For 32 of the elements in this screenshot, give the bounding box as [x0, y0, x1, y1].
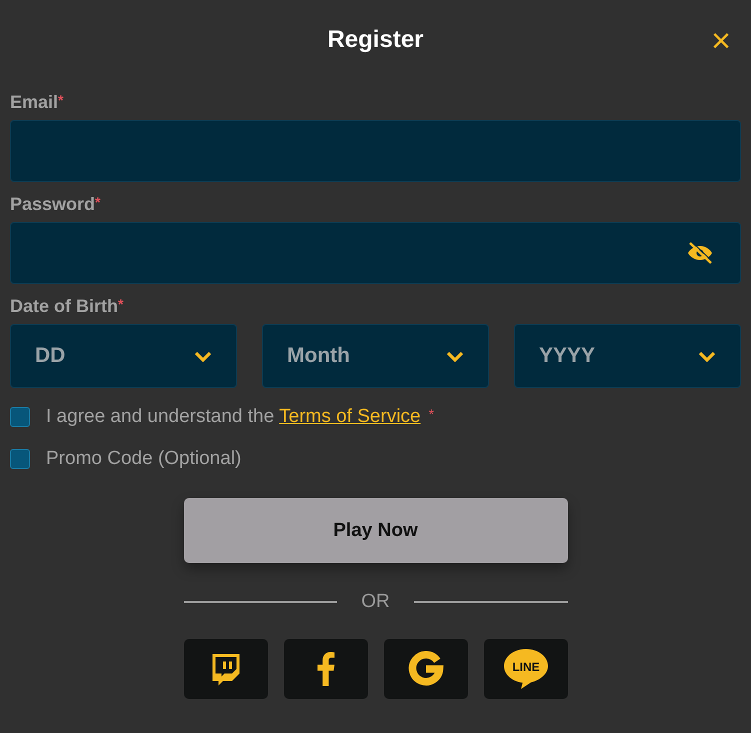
- required-mark: *: [95, 194, 100, 210]
- email-field[interactable]: [10, 120, 741, 182]
- password-field[interactable]: [10, 222, 741, 284]
- social-login-button[interactable]: [384, 639, 468, 699]
- social-login-button[interactable]: [284, 639, 368, 699]
- required-mark: *: [428, 406, 434, 422]
- close-button[interactable]: ×: [711, 26, 731, 56]
- eye-slash-icon[interactable]: [686, 241, 714, 265]
- checkbox-label: I agree and understand the Terms of Service: [46, 406, 421, 428]
- social-login-button[interactable]: LINE: [484, 639, 568, 699]
- required-mark: *: [118, 296, 124, 312]
- line-icon: LINE: [502, 647, 550, 691]
- google-icon: [408, 651, 444, 687]
- facebook-icon: [316, 652, 336, 686]
- checkbox[interactable]: [10, 449, 30, 469]
- checkbox-label: Promo Code (Optional): [46, 448, 242, 470]
- play-now-button[interactable]: Play Now: [184, 498, 568, 563]
- chevron-down-icon: [194, 350, 212, 362]
- date-select[interactable]: YYYY: [514, 324, 741, 388]
- field-label: Email: [10, 92, 58, 113]
- checkbox[interactable]: [10, 407, 30, 427]
- date-select[interactable]: DD: [10, 324, 237, 388]
- divider-label: OR: [361, 591, 390, 613]
- chevron-down-icon: [446, 350, 464, 362]
- terms-link[interactable]: Terms of Service: [279, 406, 421, 427]
- field-label: Date of Birth: [10, 296, 118, 317]
- chevron-down-icon: [698, 350, 716, 362]
- dialog-title: Register: [327, 26, 424, 54]
- field-label: Password: [10, 194, 96, 215]
- date-select[interactable]: Month: [262, 324, 489, 388]
- required-mark: *: [58, 92, 64, 108]
- social-login-button[interactable]: [184, 639, 268, 699]
